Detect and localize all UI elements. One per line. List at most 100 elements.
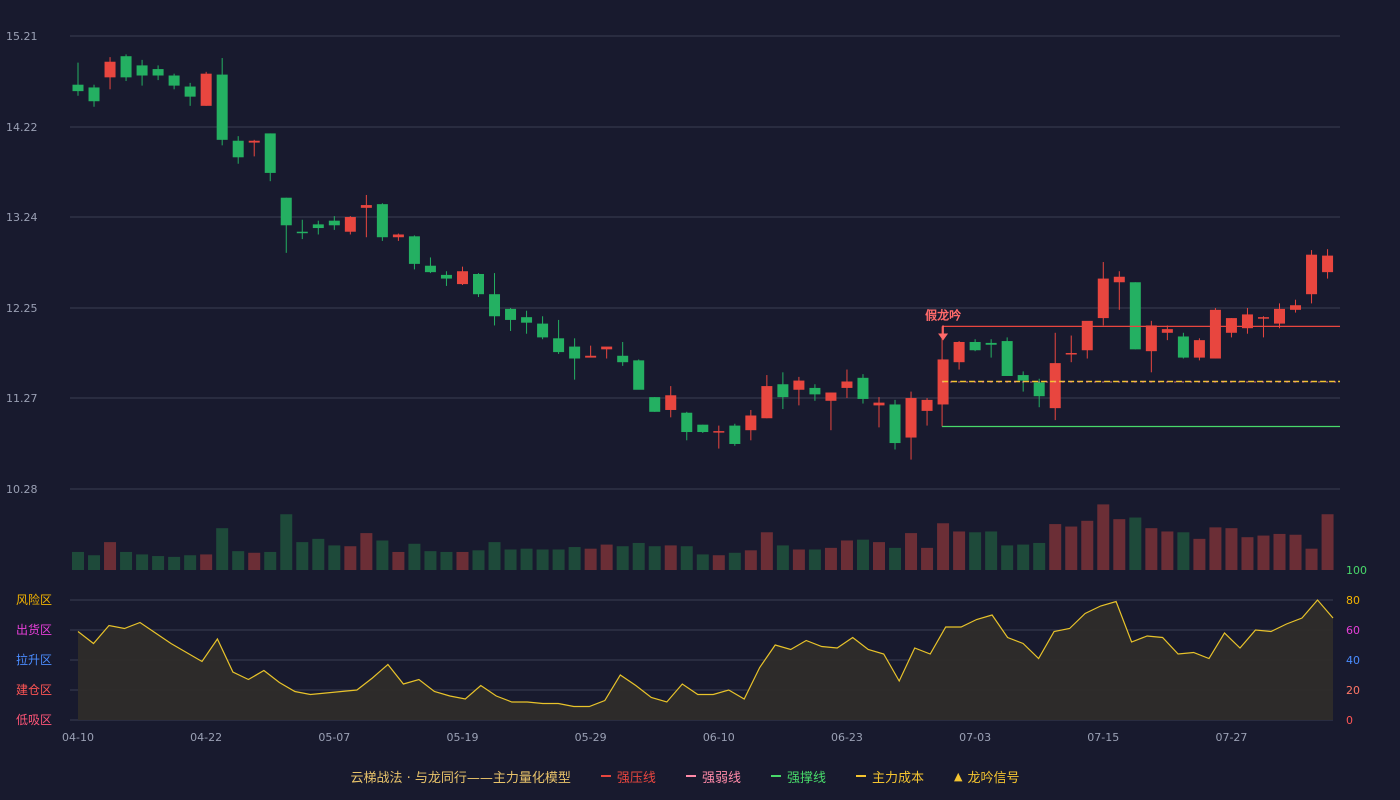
x-axis-tick-label: 07-03 xyxy=(959,731,991,744)
volume-bar xyxy=(696,554,709,570)
volume-bar xyxy=(1081,520,1094,570)
volume-bar xyxy=(504,549,517,570)
volume-bar xyxy=(792,549,805,570)
volume-bar xyxy=(120,551,133,570)
legend-swatch-strong-pressure xyxy=(600,775,611,777)
volume-bar xyxy=(953,531,966,570)
volume-bar xyxy=(408,543,421,570)
volume-bar xyxy=(200,554,213,570)
volume-bar xyxy=(376,540,389,570)
candle-body xyxy=(521,317,533,323)
candle-body xyxy=(1113,276,1125,283)
candle-body xyxy=(1161,329,1173,333)
candle-body xyxy=(713,431,725,433)
candle-body xyxy=(505,308,517,320)
candle-body xyxy=(617,355,629,363)
candle-body xyxy=(1257,317,1269,319)
candle-body xyxy=(729,425,741,444)
candle-body xyxy=(873,402,885,406)
candle-body xyxy=(921,399,933,411)
legend-label-dragon-signal: 龙吟信号 xyxy=(967,770,1020,786)
candle-body xyxy=(857,377,869,399)
legend-item-strong-support[interactable]: 强撑线 xyxy=(770,767,826,786)
volume-bar xyxy=(1129,517,1142,570)
candle-body xyxy=(1322,255,1334,273)
volume-bar xyxy=(520,548,533,570)
candle-body xyxy=(1065,353,1077,355)
candle-body xyxy=(1306,254,1318,295)
x-axis-tick-label: 04-22 xyxy=(190,731,222,744)
volume-bar xyxy=(712,555,725,570)
volume-bar xyxy=(680,546,693,570)
volume-bar xyxy=(824,547,837,570)
volume-bar xyxy=(1097,504,1110,570)
volume-bar xyxy=(1033,542,1046,570)
volume-bar xyxy=(536,549,549,570)
indicator-zone-label: 风险区 xyxy=(16,592,52,607)
candle-body xyxy=(1081,320,1093,351)
candle-body xyxy=(633,360,645,390)
volume-bar xyxy=(1049,524,1062,570)
candle-body xyxy=(120,56,132,78)
volume-bar xyxy=(1065,526,1078,570)
candle-body xyxy=(392,234,404,238)
volume-bar xyxy=(1321,514,1334,570)
volume-bar xyxy=(1225,528,1238,570)
candle-body xyxy=(280,197,292,226)
candle-body xyxy=(232,140,244,158)
candle-body xyxy=(585,355,597,358)
legend-item-dragon-signal[interactable]: ▲ 龙吟信号 xyxy=(954,767,1019,786)
candle-body xyxy=(649,397,661,412)
candle-body xyxy=(184,86,196,97)
candle-body xyxy=(1290,305,1302,310)
arrow-down-icon xyxy=(938,333,949,341)
x-axis-tick-label: 06-23 xyxy=(831,731,863,744)
legend-item-strength-line[interactable]: 强弱线 xyxy=(685,767,741,786)
volume-bar xyxy=(312,538,325,570)
legend-item-strong-pressure[interactable]: 强压线 xyxy=(600,767,656,786)
candle-body xyxy=(440,274,452,279)
volume-bar xyxy=(104,542,117,570)
volume-bar xyxy=(456,551,469,570)
volume-bar xyxy=(168,556,181,570)
indicator-tick-label: 40 xyxy=(1346,654,1360,667)
indicator-tick-label: 100 xyxy=(1346,564,1367,577)
annotation-label: 假龙吟 xyxy=(925,307,961,322)
candle-body xyxy=(825,392,837,401)
candle-body xyxy=(745,415,757,431)
volume-bar xyxy=(905,533,918,570)
volume-bar xyxy=(392,551,405,570)
volume-bar xyxy=(1257,535,1270,570)
x-axis-tick-label: 07-15 xyxy=(1087,731,1119,744)
volume-bar xyxy=(344,546,357,570)
volume-bar xyxy=(552,549,565,570)
legend-item-main-cost[interactable]: 主力成本 xyxy=(855,767,924,786)
candle-body xyxy=(1129,282,1141,350)
legend-label-strength-line: 强弱线 xyxy=(701,770,741,786)
candle-body xyxy=(1033,382,1045,397)
volume-bar xyxy=(873,542,885,570)
volume-bar xyxy=(1305,548,1318,570)
volume-bar xyxy=(1017,544,1030,570)
candle-body xyxy=(152,69,164,76)
x-axis-tick-label: 05-07 xyxy=(318,731,350,744)
candle-body xyxy=(601,346,613,350)
candle-body xyxy=(1193,340,1205,358)
candle-body xyxy=(136,65,148,76)
candle-body xyxy=(905,398,917,438)
volume-bar xyxy=(1161,531,1174,570)
legend-swatch-strength-line xyxy=(685,775,696,777)
candle-body xyxy=(1209,309,1221,359)
chart-legend: 云梯战法 · 与龙同行——主力量化模型 强压线 强弱线 强撑线 主力成本 ▲ 龙… xyxy=(0,766,1400,786)
candle-body xyxy=(424,265,436,273)
volume-bar xyxy=(969,532,982,570)
volume-bar xyxy=(648,546,661,570)
candle-body xyxy=(296,231,308,234)
volume-bar xyxy=(136,554,149,570)
volume-bar xyxy=(1113,519,1126,570)
volume-bar xyxy=(328,545,341,570)
volume-bar xyxy=(440,551,453,570)
volume-bar xyxy=(728,552,741,570)
legend-title: 云梯战法 · 与龙同行——主力量化模型 xyxy=(350,770,571,786)
indicator-zone-label: 拉升区 xyxy=(16,652,52,667)
